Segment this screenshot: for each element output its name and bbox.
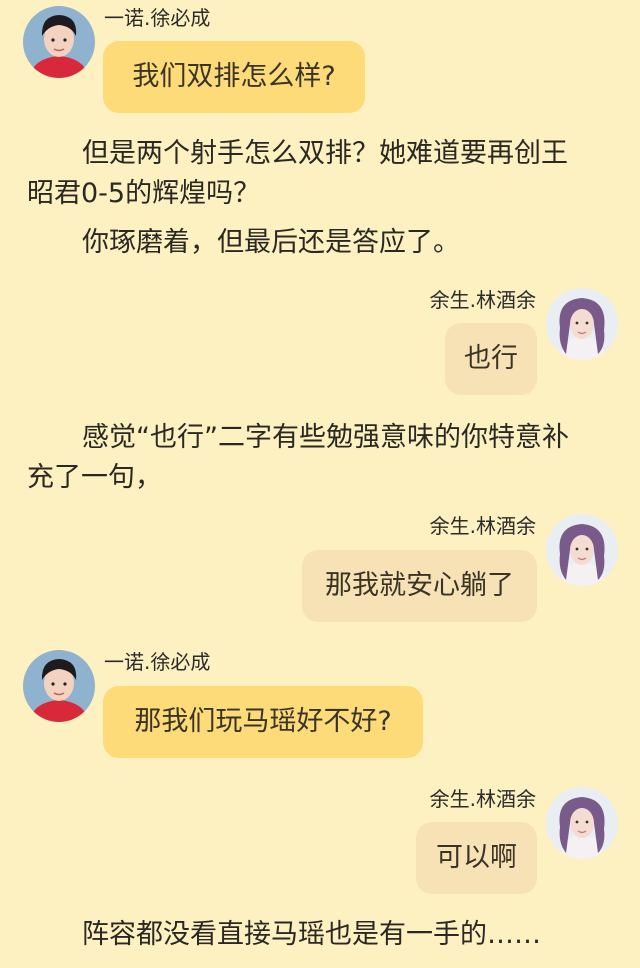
narration-line: 你琢磨着，但最后还是答应了。 (82, 227, 460, 258)
sender-name: 余生.林酒余 (429, 787, 536, 811)
boy-avatar-icon (23, 650, 95, 722)
narration-line: 感觉“也行”二字有些勉强意味的你特意补 (82, 422, 569, 453)
message-bubble[interactable]: 我们双排怎么样? (103, 41, 365, 113)
girl-avatar-icon (546, 514, 618, 586)
avatar-right[interactable] (546, 514, 618, 586)
girl-avatar-icon (546, 288, 618, 360)
narration-paragraph: 但是两个射手怎么双排？她难道要再创王 昭君0-5的辉煌吗？ (27, 134, 568, 214)
narration-line: 阵容都没看直接马瑶也是有一手的…… (82, 919, 541, 950)
narration-line: 但是两个射手怎么双排？她难道要再创王 (82, 138, 568, 169)
narration-line: 昭君0-5的辉煌吗？ (27, 178, 261, 209)
message-bubble[interactable]: 那我们玩马瑶好不好? (103, 686, 423, 758)
narration-line: 充了一句， (27, 462, 162, 493)
message-bubble[interactable]: 可以啊 (416, 822, 537, 894)
sender-name: 余生.林酒余 (429, 288, 536, 312)
message-bubble[interactable]: 也行 (445, 323, 537, 395)
message-bubble[interactable]: 那我就安心躺了 (302, 550, 537, 622)
boy-avatar-icon (23, 6, 95, 78)
girl-avatar-icon (546, 787, 618, 859)
narration-paragraph: 阵容都没看直接马瑶也是有一手的…… (82, 915, 541, 955)
sender-name: 余生.林酒余 (429, 514, 536, 538)
sender-name: 一诺.徐必成 (104, 6, 211, 30)
narration-paragraph: 你琢磨着，但最后还是答应了。 (82, 223, 460, 263)
avatar-left[interactable] (23, 650, 95, 722)
chat-story-screen: 一诺.徐必成 我们双排怎么样? 但是两个射手怎么双排？她难道要再创王 昭君0-5… (0, 0, 640, 968)
avatar-left[interactable] (23, 6, 95, 78)
narration-paragraph: 感觉“也行”二字有些勉强意味的你特意补 充了一句， (27, 418, 569, 498)
sender-name: 一诺.徐必成 (104, 650, 211, 674)
avatar-right[interactable] (546, 787, 618, 859)
avatar-right[interactable] (546, 288, 618, 360)
